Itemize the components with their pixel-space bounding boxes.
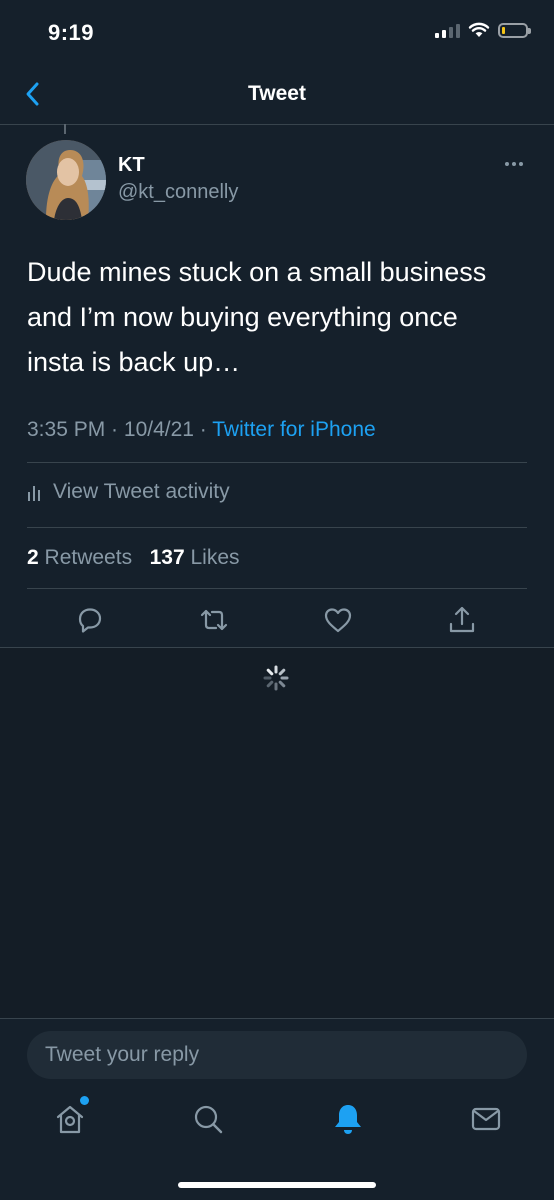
home-icon <box>56 1105 84 1134</box>
tab-bar <box>0 1096 554 1144</box>
page-title: Tweet <box>248 82 306 105</box>
home-indicator <box>178 1182 376 1188</box>
messages-icon <box>471 1107 501 1131</box>
like-label: Likes <box>190 546 240 569</box>
tweet-stats: 2 Retweets 137 Likes <box>27 546 240 570</box>
retweet-count: 2 <box>27 546 39 569</box>
divider <box>27 462 527 463</box>
share-icon[interactable] <box>446 604 478 636</box>
divider <box>27 588 527 589</box>
activity-label: View Tweet activity <box>53 480 230 503</box>
new-content-indicator <box>80 1096 89 1105</box>
likes-stat[interactable]: 137 Likes <box>150 546 240 569</box>
avatar-photo <box>26 140 106 220</box>
tweet-source-link[interactable]: Twitter for iPhone <box>212 418 375 441</box>
tweet-date: 10/4/21 <box>123 418 194 441</box>
reply-icon[interactable] <box>74 604 106 636</box>
battery-level <box>502 26 505 34</box>
retweet-icon[interactable] <box>198 604 230 636</box>
retweet-label: Retweets <box>44 546 133 569</box>
notifications-icon <box>335 1105 361 1134</box>
tab-home[interactable] <box>53 1096 89 1136</box>
divider <box>0 647 554 648</box>
like-count: 137 <box>149 546 185 569</box>
thread-line <box>64 124 66 134</box>
author-name[interactable]: KT <box>118 154 145 177</box>
status-bar: 9:19 <box>0 0 554 64</box>
status-icons <box>435 22 531 38</box>
cellular-signal-icon <box>435 22 460 38</box>
tweet-text: Dude mines stuck on a small business and… <box>27 257 487 377</box>
meta-separator: · <box>193 418 213 441</box>
view-tweet-activity-button[interactable]: View Tweet activity <box>27 480 230 504</box>
retweets-stat[interactable]: 2 Retweets <box>27 546 132 569</box>
divider <box>27 527 527 528</box>
analytics-icon <box>28 486 40 501</box>
tweet-meta: 3:35 PM · 10/4/21 · Twitter for iPhone <box>27 418 376 442</box>
battery-icon <box>498 22 531 38</box>
meta-separator: · <box>105 418 124 441</box>
reply-input[interactable]: Tweet your reply <box>27 1031 527 1079</box>
tab-messages[interactable] <box>469 1102 503 1136</box>
loading-spinner-icon <box>263 665 289 691</box>
more-options-icon[interactable] <box>502 152 526 176</box>
tab-search[interactable] <box>191 1102 225 1136</box>
tweet-actions <box>0 604 554 636</box>
avatar[interactable] <box>26 140 106 220</box>
screen: 9:19 Tweet KT @kt_connelly Dude mines st… <box>0 0 554 1200</box>
wifi-icon <box>468 22 490 37</box>
tweet-time: 3:35 PM <box>27 418 106 441</box>
nav-bar: Tweet <box>0 64 554 125</box>
tab-notifications[interactable] <box>331 1102 365 1136</box>
author-handle[interactable]: @kt_connelly <box>118 181 238 204</box>
status-time: 9:19 <box>48 20 95 45</box>
like-icon[interactable] <box>322 604 354 636</box>
search-icon <box>194 1105 223 1134</box>
